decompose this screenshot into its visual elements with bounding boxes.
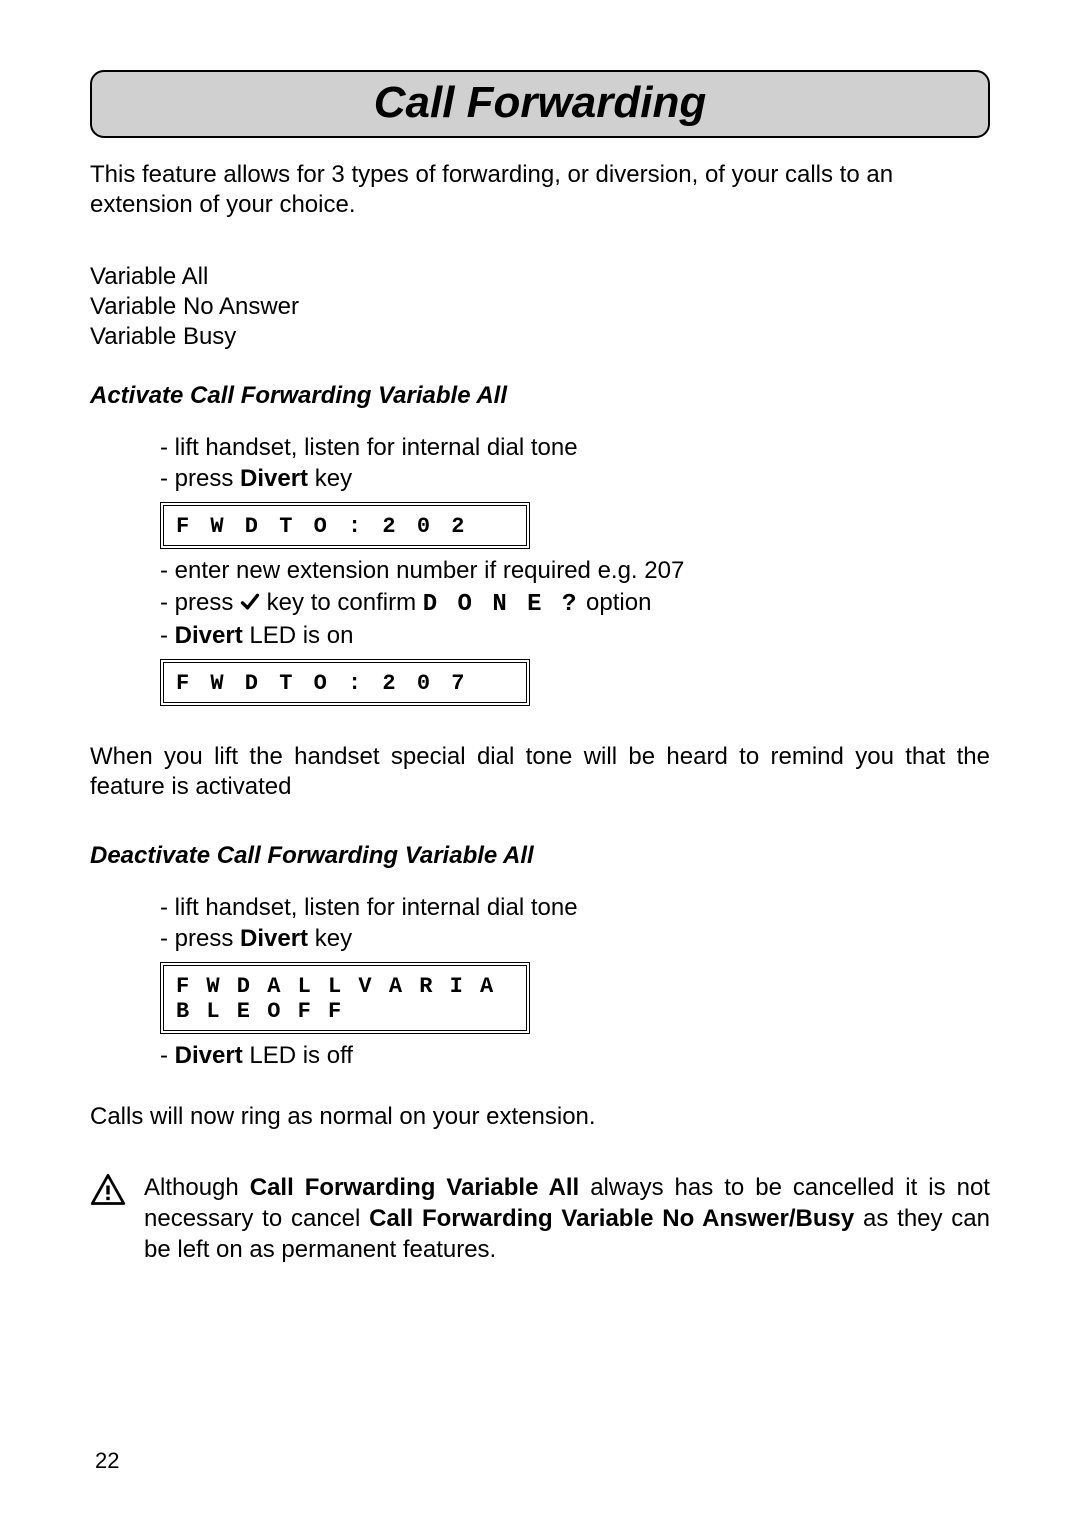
deactivate-steps: - lift handset, listen for internal dial… <box>160 892 990 954</box>
type-variable-no-answer: Variable No Answer <box>90 292 990 322</box>
text: LED is on <box>243 622 354 649</box>
activate-step-3: - enter new extension number if required… <box>160 555 990 586</box>
lcd-text: F W D A L L V A R I A B L E O F F <box>176 974 495 1024</box>
lcd-display-3: F W D A L L V A R I A B L E O F F <box>160 962 530 1034</box>
activate-step-1: - lift handset, listen for internal dial… <box>160 432 990 463</box>
divert-key-label: Divert <box>240 465 308 492</box>
text: - <box>160 622 175 649</box>
text: Although <box>144 1174 250 1201</box>
text: - press <box>160 925 240 952</box>
lcd-text: F W D T O : 2 0 2 <box>176 514 468 539</box>
divert-led-label: Divert <box>175 622 243 649</box>
text: LED is off <box>243 1042 353 1069</box>
divert-led-label: Divert <box>175 1042 243 1069</box>
feature-name: Call Forwarding Variable No Answer/Busy <box>369 1205 854 1232</box>
warning-icon <box>90 1172 126 1213</box>
deactivate-step-3: - Divert LED is off <box>160 1040 990 1071</box>
warning-text: Although Call Forwarding Variable All al… <box>144 1172 990 1266</box>
activate-step-5: - Divert LED is on <box>160 620 990 651</box>
text: - <box>160 1042 175 1069</box>
activate-heading: Activate Call Forwarding Variable All <box>90 382 990 410</box>
text: - press <box>160 465 240 492</box>
page-title: Call Forwarding <box>374 78 706 127</box>
divert-key-label: Divert <box>240 925 308 952</box>
title-box: Call Forwarding <box>90 70 990 138</box>
feature-name: Call Forwarding Variable All <box>250 1174 579 1201</box>
text: option <box>579 589 651 616</box>
checkmark-icon <box>240 589 260 616</box>
deactivate-step-1: - lift handset, listen for internal dial… <box>160 892 990 923</box>
warning-note: Although Call Forwarding Variable All al… <box>90 1172 990 1266</box>
activate-note: When you lift the handset special dial t… <box>90 742 990 802</box>
text: key <box>308 465 352 492</box>
lcd-display-1: F W D T O : 2 0 2 <box>160 502 530 549</box>
text: key <box>308 925 352 952</box>
deactivate-steps-cont: - Divert LED is off <box>160 1040 990 1071</box>
text: - press <box>160 589 240 616</box>
forwarding-types-list: Variable All Variable No Answer Variable… <box>90 262 990 352</box>
activate-steps-cont: - enter new extension number if required… <box>160 555 990 651</box>
lcd-text: F W D T O : 2 0 7 <box>176 671 468 696</box>
lcd-display-2: F W D T O : 2 0 7 <box>160 659 530 706</box>
page-number: 22 <box>95 1448 119 1474</box>
activate-step-4: - press key to confirm D O N E ? option <box>160 587 990 620</box>
intro-paragraph: This feature allows for 3 types of forwa… <box>90 160 990 220</box>
deactivate-note: Calls will now ring as normal on your ex… <box>90 1102 990 1132</box>
type-variable-busy: Variable Busy <box>90 322 990 352</box>
done-segment-text: D O N E ? <box>423 591 580 618</box>
text: key to confirm <box>260 589 423 616</box>
deactivate-step-2: - press Divert key <box>160 923 990 954</box>
deactivate-heading: Deactivate Call Forwarding Variable All <box>90 842 990 870</box>
activate-step-2: - press Divert key <box>160 463 990 494</box>
type-variable-all: Variable All <box>90 262 990 292</box>
activate-steps: - lift handset, listen for internal dial… <box>160 432 990 494</box>
document-page: Call Forwarding This feature allows for … <box>0 0 1080 1529</box>
